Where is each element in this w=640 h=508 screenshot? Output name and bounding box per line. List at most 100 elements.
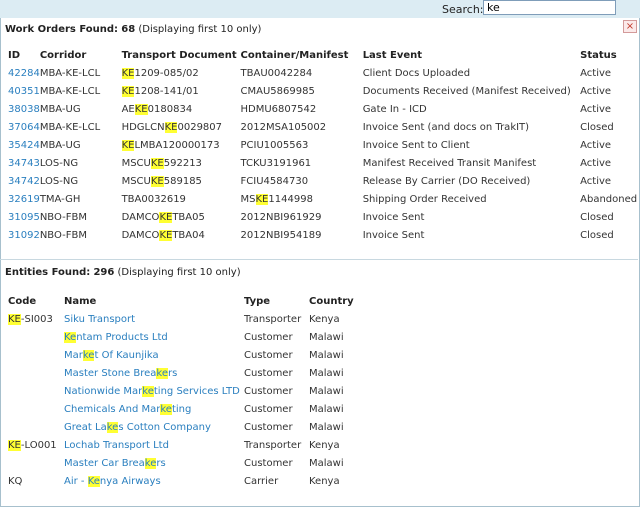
cell-event: Invoice Sent: [362, 229, 425, 241]
cell-id-link[interactable]: 35424: [8, 136, 40, 154]
cell-id-link[interactable]: 42284: [8, 64, 40, 82]
search-match-highlight: ke: [142, 385, 154, 397]
cell-code: KE-SI003: [8, 313, 53, 325]
entities-note: (Displaying first 10 only): [117, 267, 241, 278]
search-match-highlight: KE: [121, 67, 135, 79]
search-bar: Search:: [0, 0, 640, 19]
column-header: Corridor: [39, 49, 87, 61]
cell-name-link[interactable]: Siku Transport: [64, 310, 244, 328]
column-header: Status: [580, 49, 617, 61]
entities-heading: Entities Found: 296 (Displaying first 10…: [5, 267, 241, 278]
cell-event: Manifest Received Transit Manifest: [362, 157, 537, 169]
table-row: 42284 MBA-KE-LCL KE1209-085/02 TBAU0042284 C…: [8, 64, 640, 82]
cell-status: Active: [580, 175, 612, 187]
cell-status: Closed: [580, 211, 614, 223]
search-match-highlight: KE: [159, 229, 173, 241]
cell-name-link[interactable]: Nationwide Marketing Services LTD: [64, 382, 244, 400]
table-row: KQ Air - Kenya Airways Carrier Kenya: [8, 472, 369, 490]
cell-country: Malawi: [309, 403, 344, 415]
cell-container: 2012NBI961929: [240, 211, 322, 223]
search-match-highlight: KE: [150, 157, 164, 169]
entities-title: Entities Found:: [5, 267, 91, 278]
search-match-highlight: ke: [156, 367, 169, 379]
cell-code: [8, 418, 64, 436]
cell-container: 2012NBI954189: [240, 229, 322, 241]
cell-status: Closed: [580, 229, 614, 241]
cell-code: [8, 454, 64, 472]
column-header: Type: [244, 295, 271, 307]
search-match-highlight: KE: [8, 439, 21, 451]
close-button[interactable]: ×: [623, 20, 637, 33]
table-row: 40351 MBA-KE-LCL KE1208-141/01 CMAU5869985 D…: [8, 82, 640, 100]
cell-corridor: MBA-KE-LCL: [39, 121, 101, 133]
cell-corridor: TMA-GH: [39, 193, 81, 205]
table-row: KE-LO001 Lochab Transport Ltd Transporter K…: [8, 436, 369, 454]
cell-id-link[interactable]: 34743: [8, 154, 40, 172]
table-row: 38038 MBA-UG AEKE0180834 HDMU6807542 Gate In…: [8, 100, 640, 118]
cell-code: [8, 382, 64, 400]
cell-doc: AEKE0180834: [121, 103, 193, 115]
cell-container: HDMU6807542: [240, 103, 317, 115]
cell-country: Malawi: [309, 457, 344, 469]
cell-status: Closed: [580, 121, 614, 133]
cell-country: Malawi: [309, 367, 344, 379]
cell-name-link[interactable]: Great Lakes Cotton Company: [64, 418, 244, 436]
cell-name-link[interactable]: Master Stone Breakers: [64, 364, 244, 382]
cell-country: Kenya: [309, 313, 340, 325]
cell-country: Kenya: [309, 475, 340, 487]
cell-id-link[interactable]: 34742: [8, 172, 40, 190]
table-row: 32619 TMA-GH TBA0032619 MSKE1144998 Shipping…: [8, 190, 640, 208]
cell-doc: KE1209-085/02: [121, 67, 199, 79]
cell-code: [8, 328, 64, 346]
table-row: Great Lakes Cotton Company Customer Malawi: [8, 418, 369, 436]
table-row: 37064 MBA-KE-LCL HDGLCNKE0029807 2012MSA105…: [8, 118, 640, 136]
cell-name-link[interactable]: Chemicals And Marketing: [64, 400, 244, 418]
cell-status: Active: [580, 103, 612, 115]
column-header: Transport Document: [121, 49, 237, 61]
cell-event: Documents Received (Manifest Received): [362, 85, 571, 97]
cell-status: Active: [580, 139, 612, 151]
column-header: Container/Manifest: [240, 49, 349, 61]
work-orders-title: Work Orders Found:: [5, 24, 119, 35]
cell-event: Client Docs Uploaded: [362, 67, 471, 79]
table-row: 31095 NBO-FBM DAMCOKETBA05 2012NBI961929 Inv…: [8, 208, 640, 226]
cell-name-link[interactable]: Master Car Breakers: [64, 454, 244, 472]
cell-name-link[interactable]: Air - Kenya Airways: [64, 472, 244, 490]
column-header: Last Event: [362, 49, 423, 61]
cell-event: Invoice Sent: [362, 211, 425, 223]
cell-doc: MSCUKE592213: [121, 157, 202, 169]
cell-corridor: MBA-KE-LCL: [39, 67, 101, 79]
cell-type: Customer: [244, 457, 293, 469]
column-header: ID: [8, 49, 21, 61]
cell-code: [8, 364, 64, 382]
cell-id-link[interactable]: 31095: [8, 208, 40, 226]
cell-name-link[interactable]: Kentam Products Ltd: [64, 328, 244, 346]
table-row: Master Stone Breakers Customer Malawi: [8, 364, 369, 382]
cell-id-link[interactable]: 31092: [8, 226, 40, 244]
cell-country: Malawi: [309, 385, 344, 397]
work-orders-table: ID Corridor Transport Document Container/Ma…: [8, 46, 640, 244]
cell-event: Gate In - ICD: [362, 103, 427, 115]
cell-name-link[interactable]: Lochab Transport Ltd: [64, 436, 244, 454]
cell-container: PCIU1005563: [240, 139, 309, 151]
cell-type: Transporter: [244, 439, 302, 451]
cell-container: FCIU4584730: [240, 175, 309, 187]
cell-code: KE-LO001: [8, 439, 57, 451]
column-header: Code: [8, 295, 37, 307]
table-row: KE-SI003 Siku Transport Transporter Kenya: [8, 310, 369, 328]
section-divider: [0, 259, 638, 260]
cell-doc: KE1208-141/01: [121, 85, 199, 97]
cell-event: Invoice Sent (and docs on TrakIT): [362, 121, 530, 133]
cell-container: MSKE1144998: [240, 193, 313, 205]
cell-doc: DAMCOKETBA05: [121, 211, 205, 223]
search-input[interactable]: [483, 0, 616, 15]
cell-id-link[interactable]: 32619: [8, 190, 40, 208]
search-match-highlight: KE: [255, 193, 269, 205]
cell-id-link[interactable]: 40351: [8, 82, 40, 100]
entities-count: 296: [93, 267, 115, 278]
cell-name-link[interactable]: Market Of Kaunjika: [64, 346, 244, 364]
cell-type: Customer: [244, 349, 293, 361]
cell-id-link[interactable]: 37064: [8, 118, 40, 136]
search-match-highlight: KE: [164, 121, 178, 133]
cell-id-link[interactable]: 38038: [8, 100, 40, 118]
